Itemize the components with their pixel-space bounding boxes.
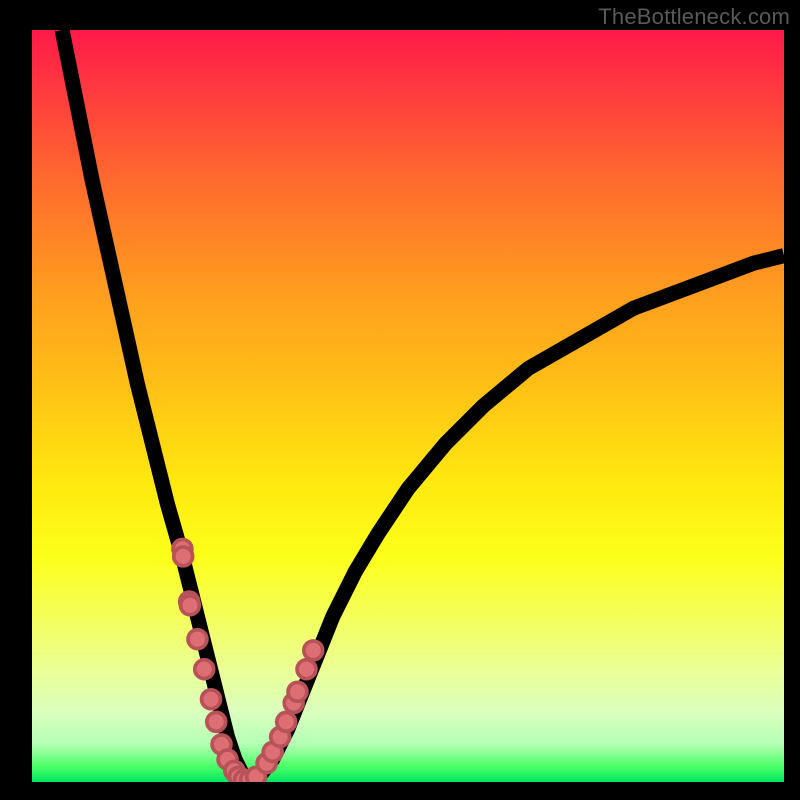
sample-point [297, 660, 316, 679]
sample-point [174, 547, 193, 566]
watermark-text: TheBottleneck.com [598, 4, 790, 30]
chart-svg [32, 30, 784, 782]
sample-point [202, 690, 221, 709]
sample-point [181, 596, 200, 615]
sample-point [277, 712, 296, 731]
bottleneck-curve [62, 30, 784, 782]
sample-points-group [173, 539, 323, 782]
sample-point [288, 682, 307, 701]
sample-point [195, 660, 214, 679]
chart-frame: TheBottleneck.com [0, 0, 800, 800]
sample-point [304, 641, 323, 660]
plot-area [32, 30, 784, 782]
sample-point [188, 630, 207, 649]
sample-point [207, 712, 226, 731]
